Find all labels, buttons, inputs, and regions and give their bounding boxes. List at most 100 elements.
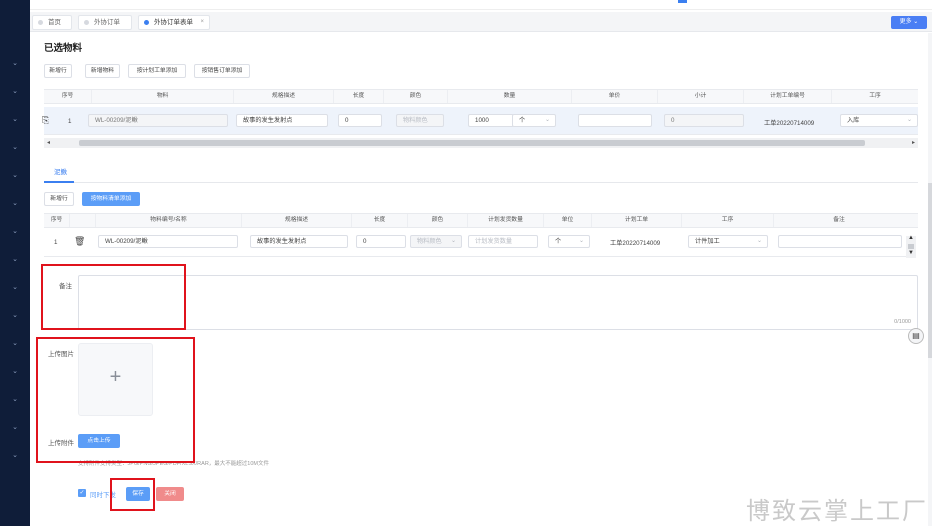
add-by-bom-button[interactable]: 按物料清单添加 [82, 192, 140, 206]
trash-icon[interactable]: 🗑 [74, 235, 85, 248]
sync-checkbox[interactable]: ✓ [78, 489, 86, 497]
col-header: 规格描述 [234, 90, 334, 103]
sidebar-chevron-icon[interactable]: ⌄ [11, 116, 19, 124]
col-header: 长度 [334, 90, 384, 103]
process-value: 入库 [847, 117, 860, 124]
tab-outsource-order-form[interactable]: 外协订单表单 × [138, 15, 210, 30]
plan-qty-field[interactable]: 计划发货数量 [468, 235, 538, 248]
sidebar-chevron-icon[interactable]: ⌄ [11, 284, 19, 292]
vertical-scrollbar[interactable]: ▲ ▼ [906, 235, 916, 258]
spec-field[interactable]: 故事的发生发射点 [236, 114, 328, 127]
sidebar-chevron-icon[interactable]: ⌄ [11, 396, 19, 404]
table-row: ⎘ 1 WL-00209/泥鳅 故事的发生发射点 0 物料颜色 1000 个 ⌄… [42, 107, 918, 135]
sidebar-chevron-icon[interactable]: ⌄ [11, 60, 19, 68]
material-field[interactable]: WL-00209/泥鳅 [88, 114, 228, 127]
plan-order-value: 工单20220714009 [610, 240, 661, 247]
col-header: 长度 [352, 214, 408, 227]
row-index: 1 [68, 118, 72, 125]
tab-label: 首页 [48, 19, 61, 26]
tab-home[interactable]: 首页 [32, 15, 72, 30]
scroll-right-icon[interactable]: ▸ [912, 138, 915, 148]
col-header: 单位 [544, 214, 592, 227]
col-header: 单价 [572, 90, 658, 103]
scroll-up-icon[interactable]: ▲ [908, 235, 914, 241]
sidebar-chevron-icon[interactable]: ⌄ [11, 340, 19, 348]
tab-outsource-orders[interactable]: 外协订单 [78, 15, 132, 30]
subtab-active-underline [44, 181, 74, 183]
sub-table-header: 序号 物料编号/名称 规格描述 长度 颜色 计划发货数量 单位 计划工单 工序 … [44, 213, 918, 228]
subtab-divider [44, 182, 918, 183]
sidebar-chevron-icon[interactable]: ⌄ [11, 424, 19, 432]
tab-dot-icon [38, 20, 43, 25]
col-header: 颜色 [408, 214, 468, 227]
highlight-box [41, 264, 186, 330]
page-scrollbar[interactable] [928, 33, 932, 526]
tab-dot-icon [144, 20, 149, 25]
col-header: 序号 [44, 214, 70, 227]
chevron-down-icon: ⌄ [450, 238, 456, 244]
add-row-button[interactable]: 新增行 [44, 64, 72, 78]
document-icon[interactable]: ▤ [908, 328, 924, 344]
col-header: 工序 [869, 93, 881, 99]
quantity-field[interactable]: 1000 [468, 114, 514, 127]
sidebar-chevron-icon[interactable]: ⌄ [11, 368, 19, 376]
col-header: 规格描述 [242, 214, 352, 227]
scroll-thumb[interactable] [928, 183, 932, 358]
sidebar-chevron-icon[interactable]: ⌄ [11, 228, 19, 236]
chevron-down-icon: ⌄ [544, 117, 550, 123]
unit-select[interactable]: 个 ⌄ [512, 114, 556, 127]
horizontal-scrollbar[interactable]: ◂ ▸ [44, 138, 918, 148]
sub-add-row-button[interactable]: 新增行 [44, 192, 74, 206]
scroll-down-icon[interactable]: ▼ [908, 250, 914, 256]
remark-textarea[interactable]: 0/1000 [78, 275, 918, 330]
highlight-box [110, 478, 155, 511]
remark-field[interactable] [778, 235, 902, 248]
close-button[interactable]: 关闭 [156, 487, 184, 501]
unit-select[interactable]: 个 ⌄ [548, 235, 590, 248]
material-table-header: 序号 物料 规格描述 长度 颜色 数量 单价 小计 计划工单编号 工序 [44, 89, 918, 104]
tab-dot-icon [84, 20, 89, 25]
top-strip [30, 0, 932, 10]
sidebar-chevron-icon[interactable]: ⌄ [11, 256, 19, 264]
length-field[interactable]: 0 [338, 114, 382, 127]
price-field[interactable] [578, 114, 652, 127]
color-placeholder: 物料颜色 [417, 238, 442, 245]
sidebar-chevron-icon[interactable]: ⌄ [11, 200, 19, 208]
watermark: 博致云掌上工厂 [746, 497, 928, 525]
sidebar-chevron-icon[interactable]: ⌄ [11, 452, 19, 460]
length-field[interactable]: 0 [356, 235, 406, 248]
more-button[interactable]: 更多 ⌄ [891, 16, 927, 29]
col-header [70, 214, 96, 227]
process-value: 计件加工 [695, 238, 720, 245]
plan-order-value: 工单20220714009 [764, 120, 815, 127]
scroll-thumb[interactable] [908, 244, 914, 249]
unit-value: 个 [555, 238, 562, 245]
scroll-left-icon[interactable]: ◂ [47, 138, 50, 148]
col-header: 工序 [682, 214, 774, 227]
row-index: 1 [54, 239, 58, 246]
process-select[interactable]: 计件加工 ⌄ [688, 235, 768, 248]
tab-label: 外协订单 [94, 19, 120, 26]
spec-field[interactable]: 故事的发生发射点 [250, 235, 348, 248]
chevron-down-icon: ⌄ [578, 238, 584, 244]
sidebar-chevron-icon[interactable]: ⌄ [11, 144, 19, 152]
color-select[interactable]: 物料颜色 ⌄ [410, 235, 462, 248]
tab-material-bom[interactable]: 泥鳅 [54, 166, 67, 176]
sidebar-chevron-icon[interactable]: ⌄ [11, 88, 19, 96]
close-icon[interactable]: × [200, 16, 204, 29]
sidebar-chevron-icon[interactable]: ⌄ [11, 172, 19, 180]
col-header: 计划发货数量 [468, 214, 544, 227]
scroll-thumb[interactable] [79, 140, 865, 146]
top-indicator [678, 0, 687, 3]
material-field[interactable]: WL-00209/泥鳅 [98, 235, 238, 248]
sidebar-chevron-icon[interactable]: ⌄ [11, 312, 19, 320]
copy-icon[interactable]: ⎘ [42, 114, 49, 127]
unit-value: 个 [519, 117, 526, 124]
chevron-down-icon: ⌄ [906, 117, 912, 123]
add-by-plan-button[interactable]: 按计划工单添加 [128, 64, 186, 78]
add-by-sales-button[interactable]: 按销售订单添加 [194, 64, 250, 78]
add-material-button[interactable]: 新增物料 [85, 64, 120, 78]
table-row: 1 🗑 WL-00209/泥鳅 故事的发生发射点 0 物料颜色 ⌄ 计划发货数量… [44, 229, 906, 257]
color-field[interactable]: 物料颜色 [396, 114, 444, 127]
process-select[interactable]: 入库 ⌄ [840, 114, 918, 127]
